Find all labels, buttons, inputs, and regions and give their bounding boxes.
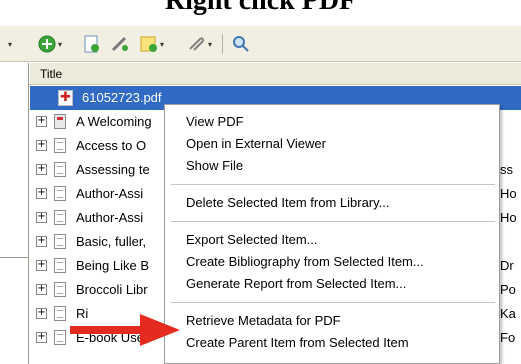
expand-icon[interactable]: + [36, 308, 47, 319]
add-button[interactable]: ▾ [38, 34, 62, 54]
document-icon [54, 210, 66, 225]
red-arrow-annotation [70, 314, 180, 346]
menu-separator [171, 221, 495, 222]
expand-icon[interactable]: + [36, 260, 47, 271]
document-icon [54, 234, 66, 249]
search-icon [233, 36, 249, 52]
document-icon [54, 162, 66, 177]
toolbar: ▾ ▾ ▾ ▾ [0, 26, 521, 62]
context-menu: View PDF Open in External Viewer Show Fi… [164, 104, 500, 364]
search-button[interactable] [232, 34, 250, 54]
row-creator-fragment: Ka [500, 306, 516, 321]
pdf-icon [58, 89, 73, 106]
menu-item-view-pdf[interactable]: View PDF [165, 111, 501, 133]
expand-icon[interactable]: + [36, 164, 47, 175]
slide-caption: Right click PDF [164, 0, 357, 16]
menu-item-retrieve-metadata[interactable]: Retrieve Metadata for PDF [165, 310, 501, 332]
chevron-down-icon: ▾ [208, 39, 213, 49]
menu-separator [171, 302, 495, 303]
expand-icon[interactable]: + [36, 188, 47, 199]
row-creator-fragment: ss [500, 162, 513, 177]
expand-icon[interactable]: + [36, 236, 47, 247]
menu-item-show-file[interactable]: Show File [165, 155, 501, 177]
new-item-icon [84, 35, 99, 53]
add-circle-icon [38, 35, 56, 53]
new-item-button[interactable] [84, 34, 100, 54]
note-button[interactable]: ▾ [140, 34, 164, 54]
column-header[interactable]: Title [30, 63, 521, 85]
pane-divider [0, 257, 29, 258]
row-title: 61052723.pdf [82, 90, 162, 105]
menu-item-generate-report[interactable]: Generate Report from Selected Item... [165, 273, 501, 295]
expand-icon[interactable]: + [36, 212, 47, 223]
book-icon [54, 114, 66, 129]
menu-item-delete-from-library[interactable]: Delete Selected Item from Library... [165, 192, 501, 214]
menu-item-create-parent-item[interactable]: Create Parent Item from Selected Item [165, 332, 501, 354]
link-icon [111, 36, 128, 52]
row-creator-fragment: Dr [500, 258, 514, 273]
link-button[interactable] [110, 34, 130, 54]
title-column-header[interactable]: Title [40, 67, 62, 81]
document-icon [54, 138, 66, 153]
attachment-button[interactable]: ▾ [186, 34, 212, 54]
document-icon [54, 186, 66, 201]
document-icon [54, 282, 66, 297]
attachment-icon [189, 37, 205, 51]
collections-pane [0, 63, 29, 364]
chevron-down-icon: ▾ [58, 39, 63, 49]
chevron-down-icon: ▾ [160, 39, 165, 49]
menu-separator [171, 184, 495, 185]
menu-item-export-selected[interactable]: Export Selected Item... [165, 229, 501, 251]
toolbar-arrow-fragment: ▾ [8, 39, 13, 49]
expand-icon[interactable]: + [36, 140, 47, 151]
menu-item-open-external-viewer[interactable]: Open in External Viewer [165, 133, 501, 155]
row-creator-fragment: Po [500, 282, 516, 297]
row-creator-fragment: Ho [500, 186, 517, 201]
document-icon [54, 258, 66, 273]
row-creator-fragment: Ho [500, 210, 517, 225]
menu-item-create-bibliography[interactable]: Create Bibliography from Selected Item..… [165, 251, 501, 273]
expand-icon[interactable]: + [36, 116, 47, 127]
expand-icon[interactable]: + [36, 284, 47, 295]
document-icon [54, 330, 66, 345]
document-icon [54, 306, 66, 321]
toolbar-separator [222, 34, 223, 54]
row-creator-fragment: Fo [500, 330, 516, 345]
note-icon [140, 36, 157, 52]
expand-icon[interactable]: + [36, 332, 47, 343]
